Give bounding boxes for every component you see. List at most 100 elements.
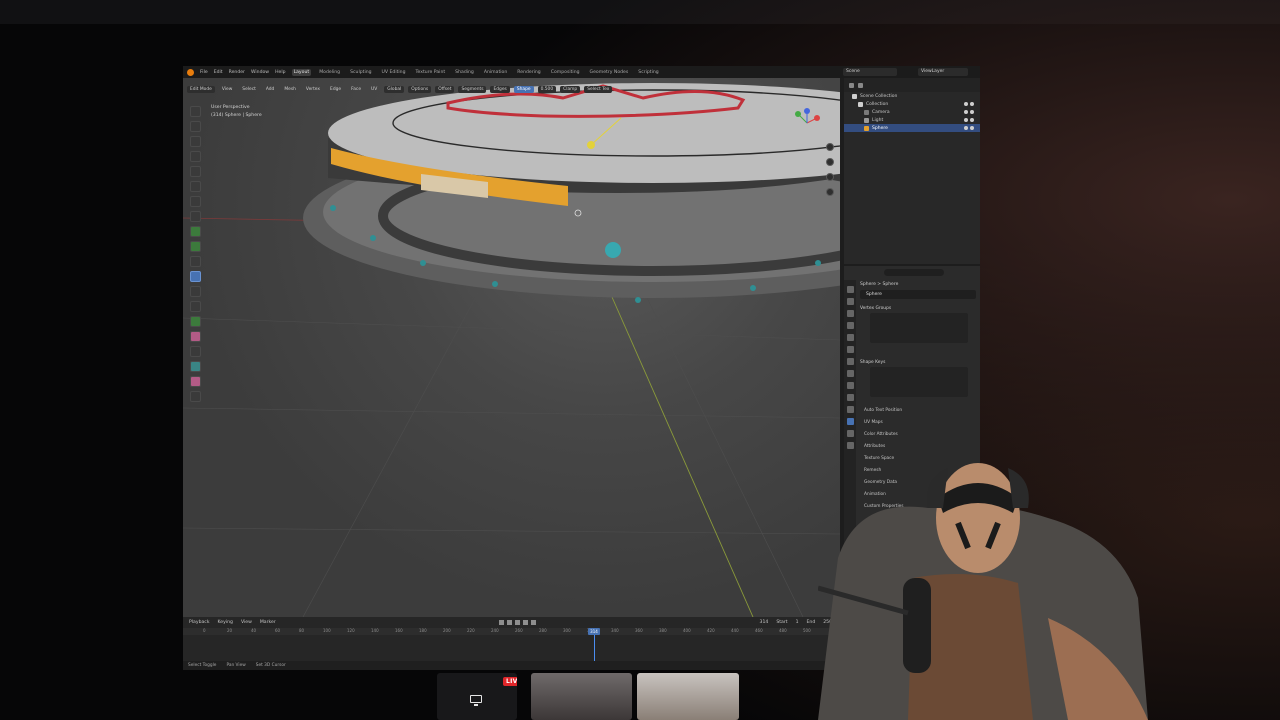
physics-tab-icon[interactable] (846, 394, 854, 401)
menu-uv[interactable]: UV (368, 86, 380, 93)
timeline-menu-marker[interactable]: Marker (260, 620, 276, 625)
outliner-row-sphere[interactable]: Sphere (844, 124, 980, 132)
select-tex-button[interactable]: Select Tex (584, 85, 613, 93)
rip-tool-icon[interactable] (189, 391, 201, 402)
bevel-shape-value[interactable]: 0.500 (537, 85, 557, 93)
scene-selector[interactable]: Scene (843, 68, 897, 76)
menu-render[interactable]: Render (229, 70, 245, 75)
timeline-ruler[interactable]: 0 20 40 60 80 100 120 140 160 180 200 220 240 260 280 3… (183, 628, 840, 635)
menu-help[interactable]: Help (275, 70, 285, 75)
tab-animation[interactable]: Animation (482, 69, 509, 76)
timeline-menu-view[interactable]: View (241, 620, 252, 625)
options-button[interactable]: Options (408, 85, 432, 93)
clamp-toggle[interactable]: Clamp (560, 85, 581, 93)
poly-build-tool-icon[interactable] (189, 316, 201, 327)
camera-scene-thumbnail[interactable] (637, 673, 739, 720)
viewport-scene[interactable] (183, 78, 840, 617)
camera-view-icon[interactable] (826, 173, 834, 181)
prev-keyframe-icon[interactable] (507, 620, 513, 625)
visibility-toggles[interactable] (964, 118, 974, 122)
navigation-gizmo-icon[interactable] (792, 108, 822, 138)
tab-sculpting[interactable]: Sculpting (348, 69, 373, 76)
spin-tool-icon[interactable] (189, 331, 201, 342)
outliner-row-light[interactable]: Light (844, 116, 980, 124)
panel-uv-maps[interactable]: UV Maps (860, 417, 976, 429)
knife-tool-icon[interactable] (189, 301, 201, 312)
bevel-offset-field[interactable]: Offset (435, 85, 455, 93)
object-tab-icon[interactable] (846, 358, 854, 365)
menu-file[interactable]: File (200, 70, 208, 75)
world-tab-icon[interactable] (846, 346, 854, 353)
tab-compositing[interactable]: Compositing (549, 69, 582, 76)
menu-select[interactable]: Select (239, 86, 259, 93)
start-frame-field[interactable]: 1 (796, 620, 799, 625)
scale-tool-icon[interactable] (189, 166, 201, 177)
select-box-tool-icon[interactable] (189, 106, 201, 117)
loop-cut-tool-icon[interactable] (189, 286, 201, 297)
menu-face[interactable]: Face (348, 86, 364, 93)
view-layer-tab-icon[interactable] (846, 322, 854, 329)
bevel-affect-field[interactable]: Edges (490, 85, 510, 93)
outliner-scene-collection[interactable]: Scene Collection (844, 92, 980, 100)
menu-add[interactable]: Add (263, 86, 278, 93)
panel-auto-text-position[interactable]: Auto Text Position (860, 405, 976, 417)
shape-keys-list[interactable] (870, 367, 968, 397)
vertex-groups-list[interactable] (870, 313, 968, 343)
playhead-frame-label[interactable]: 314 (588, 628, 600, 635)
blender-logo-icon[interactable] (187, 68, 194, 76)
menu-window[interactable]: Window (251, 70, 269, 75)
view-layer-selector[interactable]: ViewLayer (918, 68, 968, 76)
panel-title[interactable]: Shape Keys (860, 359, 976, 367)
screen-share-scene[interactable]: LIVE (437, 673, 517, 720)
tab-modeling[interactable]: Modeling (317, 69, 342, 76)
extrude-tool-icon[interactable] (189, 241, 201, 252)
particles-tab-icon[interactable] (846, 382, 854, 389)
zoom-icon[interactable] (826, 143, 834, 151)
camera-scene-thumbnail[interactable] (531, 673, 632, 720)
menu-vertex[interactable]: Vertex (303, 86, 323, 93)
annotate-tool-icon[interactable] (189, 196, 201, 207)
constraints-tab-icon[interactable] (846, 406, 854, 413)
tab-scripting[interactable]: Scripting (636, 69, 660, 76)
jump-end-icon[interactable] (531, 620, 537, 625)
mesh-data-tab-icon[interactable] (846, 418, 854, 425)
shrink-fatten-tool-icon[interactable] (189, 376, 201, 387)
edge-slide-tool-icon[interactable] (189, 361, 201, 372)
smooth-tool-icon[interactable] (189, 346, 201, 357)
3d-viewport[interactable]: Edit Mode View Select Add Mesh Vertex Ed… (183, 78, 840, 617)
outliner-row-camera[interactable]: Camera (844, 108, 980, 116)
tab-texture-paint[interactable]: Texture Paint (414, 69, 448, 76)
visibility-toggles[interactable] (964, 102, 974, 106)
tab-shading[interactable]: Shading (453, 69, 476, 76)
tab-layout[interactable]: Layout (291, 68, 312, 76)
display-mode-icon[interactable] (858, 82, 863, 88)
material-tab-icon[interactable] (846, 430, 854, 437)
play-icon[interactable] (515, 620, 521, 625)
tab-uv-editing[interactable]: UV Editing (380, 69, 408, 76)
bevel-tool-icon[interactable] (189, 271, 201, 282)
tool-tab-icon[interactable] (846, 286, 854, 293)
menu-edit[interactable]: Edit (214, 70, 223, 75)
perspective-toggle-icon[interactable] (826, 188, 834, 196)
transform-tool-icon[interactable] (189, 181, 201, 192)
mesh-name-field[interactable]: Sphere (860, 290, 976, 299)
inset-tool-icon[interactable] (189, 256, 201, 267)
menu-view[interactable]: View (219, 86, 235, 93)
add-cube-tool-icon[interactable] (189, 226, 201, 237)
modifier-tab-icon[interactable] (846, 370, 854, 377)
move-tool-icon[interactable] (189, 136, 201, 147)
output-tab-icon[interactable] (846, 310, 854, 317)
timeline-menu-playback[interactable]: Playback (189, 620, 210, 625)
visibility-toggles[interactable] (964, 110, 974, 114)
transform-orientation[interactable]: Global (384, 85, 405, 93)
properties-search-field[interactable] (884, 269, 944, 276)
bevel-segments-field[interactable]: Segments (458, 85, 487, 93)
menu-edge[interactable]: Edge (327, 86, 344, 93)
rotate-tool-icon[interactable] (189, 151, 201, 162)
outliner-row-collection[interactable]: Collection (844, 100, 980, 108)
render-tab-icon[interactable] (846, 298, 854, 305)
scene-tab-icon[interactable] (846, 334, 854, 341)
menu-mesh[interactable]: Mesh (281, 86, 299, 93)
bevel-shape-field[interactable]: Shape (513, 85, 534, 93)
tab-rendering[interactable]: Rendering (515, 69, 542, 76)
